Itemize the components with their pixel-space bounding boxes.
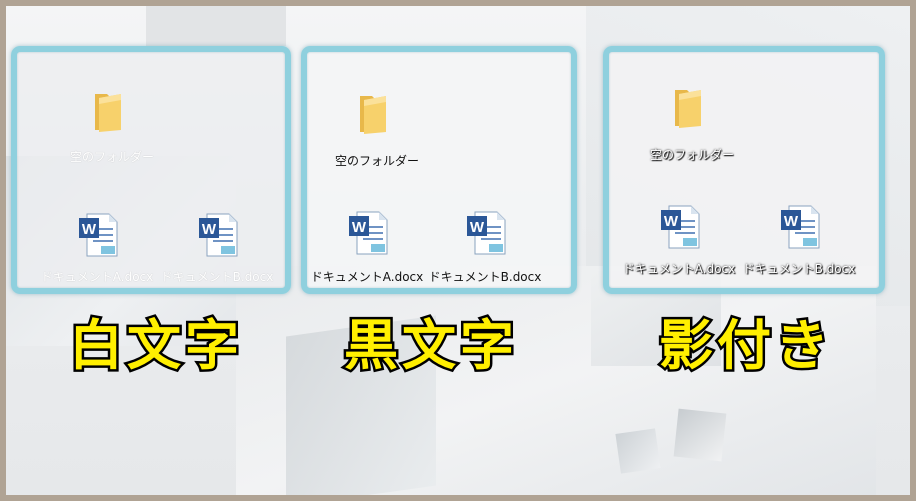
- document-b-item[interactable]: W ドキュメントB.docx: [161, 212, 273, 292]
- svg-text:W: W: [82, 221, 97, 238]
- word-document-icon: W: [467, 211, 506, 255]
- word-document-icon: W: [349, 211, 388, 255]
- svg-text:W: W: [352, 219, 367, 236]
- document-a-item[interactable]: W ドキュメントA.docx: [311, 210, 423, 290]
- document-a-item[interactable]: W ドキュメントA.docx: [623, 204, 735, 284]
- svg-text:W: W: [664, 213, 679, 230]
- document-a-label: ドキュメントA.docx: [622, 262, 736, 276]
- folder-icon: [360, 96, 386, 134]
- wallpaper-shape: [146, 6, 286, 46]
- desktop-panel-black-text: 空のフォルダー W ドキュメントA.docx W ドキュメントB.docx: [301, 46, 577, 294]
- desktop-wallpaper: 空のフォルダー W ドキュメントA.docx W ドキュメントB.docx 空の…: [6, 6, 910, 495]
- folder-icon: [675, 90, 701, 128]
- caption-black-text: 黒文字: [342, 312, 518, 380]
- folder-label: 空のフォルダー: [649, 148, 735, 162]
- document-b-label: ドキュメントB.docx: [160, 270, 274, 284]
- wallpaper-cube: [615, 428, 661, 474]
- empty-folder-item[interactable]: 空のフォルダー: [67, 90, 157, 170]
- folder-label: 空のフォルダー: [69, 150, 155, 164]
- word-document-icon: W: [781, 205, 820, 249]
- document-a-label: ドキュメントA.docx: [40, 270, 154, 284]
- word-document-icon: W: [199, 213, 238, 257]
- document-b-item[interactable]: W ドキュメントB.docx: [429, 210, 541, 290]
- document-a-label: ドキュメントA.docx: [310, 270, 424, 284]
- document-b-label: ドキュメントB.docx: [742, 262, 856, 276]
- desktop-panel-white-text: 空のフォルダー W ドキュメントA.docx W ドキュメントB.docx: [11, 46, 291, 294]
- svg-text:W: W: [470, 219, 485, 236]
- document-a-item[interactable]: W ドキュメントA.docx: [41, 212, 153, 292]
- caption-shadow-text: 影付き: [657, 312, 833, 380]
- document-b-label: ドキュメントB.docx: [428, 270, 542, 284]
- folder-label: 空のフォルダー: [334, 154, 420, 168]
- desktop-panel-shadow-text: 空のフォルダー W ドキュメントA.docx W ドキュメントB.docx: [603, 46, 885, 294]
- document-b-item[interactable]: W ドキュメントB.docx: [743, 204, 855, 284]
- empty-folder-item[interactable]: 空のフォルダー: [647, 86, 737, 166]
- word-document-icon: W: [79, 213, 118, 257]
- empty-folder-item[interactable]: 空のフォルダー: [332, 92, 422, 172]
- wallpaper-cube: [673, 408, 727, 462]
- svg-text:W: W: [784, 213, 799, 230]
- word-document-icon: W: [661, 205, 700, 249]
- folder-icon: [95, 94, 121, 132]
- svg-text:W: W: [202, 221, 217, 238]
- caption-white-text: 白文字: [67, 312, 243, 380]
